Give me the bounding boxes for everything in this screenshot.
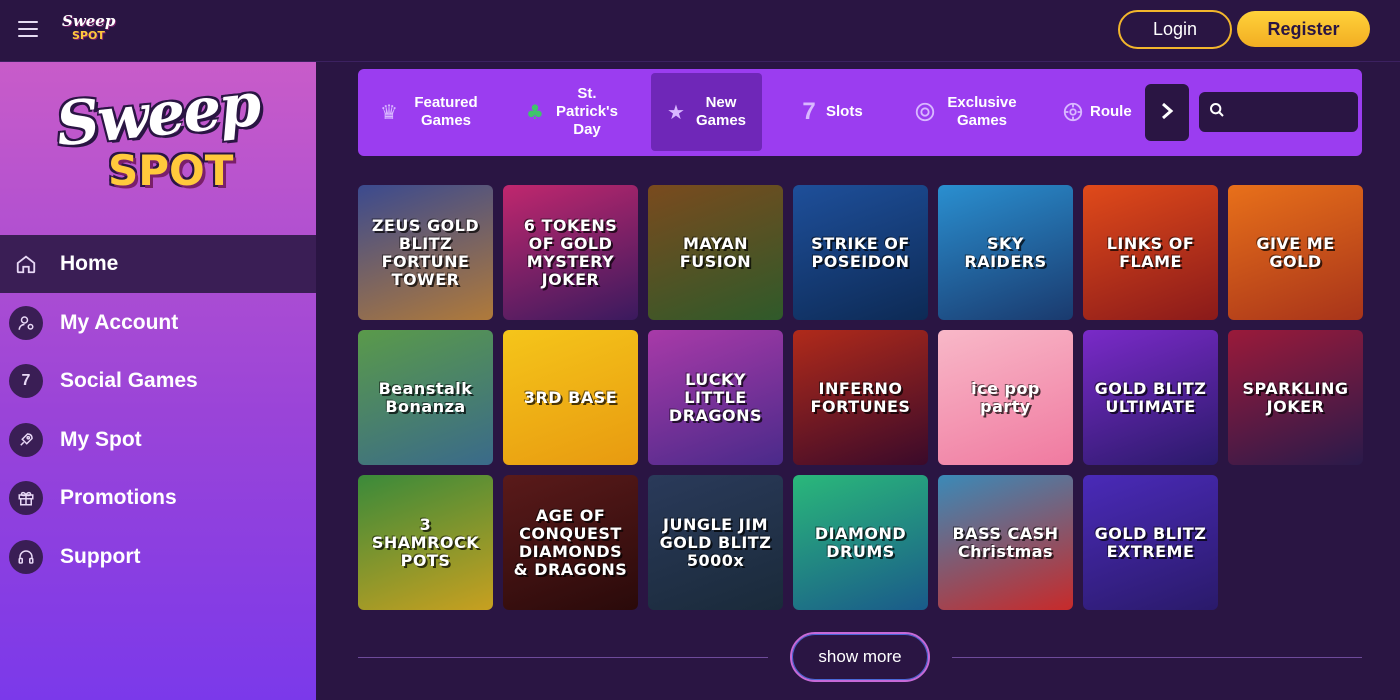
logo-subtext: SPOT	[72, 29, 105, 42]
top-bar: Sweep SPOT Login Register	[0, 0, 1400, 62]
tab-new-games[interactable]: ★ New Games	[651, 73, 762, 151]
login-button[interactable]: Login	[1118, 10, 1232, 49]
chevron-right-icon	[1159, 101, 1175, 125]
star-icon: ★	[667, 100, 685, 124]
sidebar-item-promotions[interactable]: Promotions	[0, 469, 316, 527]
game-title: 3RD BASE	[523, 387, 618, 407]
game-tile[interactable]: 3RD BASE	[503, 330, 638, 465]
game-tile[interactable]: GOLD BLITZ ULTIMATE	[1083, 330, 1218, 465]
game-tile[interactable]: LINKS OF FLAME	[1083, 185, 1218, 320]
game-title: ice pop party	[971, 378, 1040, 416]
game-tile[interactable]: MAYAN FUSION	[648, 185, 783, 320]
game-tile[interactable]: INFERNO FORTUNES	[793, 330, 928, 465]
menu-icon[interactable]	[18, 21, 38, 37]
tab-label: Exclusive Games	[947, 94, 1017, 129]
tab-label: St. Patrick's Day	[556, 85, 618, 138]
game-title: LUCKY LITTLE DRAGONS	[668, 369, 763, 425]
game-title: GOLD BLITZ EXTREME	[1094, 523, 1207, 561]
game-tile[interactable]: BASS CASH Christmas	[938, 475, 1073, 610]
game-title: BASS CASH Christmas	[952, 523, 1059, 561]
logo-text: Sweep	[62, 12, 116, 30]
sidebar-item-my-account[interactable]: My Account	[0, 294, 316, 352]
game-tile[interactable]: Beanstalk Bonanza	[358, 330, 493, 465]
tab-label: Roule	[1090, 103, 1132, 120]
game-tile[interactable]: JUNGLE JIM GOLD BLITZ 5000x	[648, 475, 783, 610]
tab-slots[interactable]: 7 Slots	[798, 73, 878, 151]
gift-icon	[9, 481, 43, 515]
home-icon	[9, 247, 43, 281]
headset-icon	[9, 540, 43, 574]
tab-label: Featured Games	[414, 94, 478, 129]
game-tile[interactable]: 3 SHAMROCK POTS	[358, 475, 493, 610]
seven-icon: 7	[9, 364, 43, 398]
game-title: STRIKE OF POSEIDON	[811, 233, 910, 271]
tab-st-patricks-day[interactable]: ♣ St. Patrick's Day	[524, 73, 624, 151]
game-title: LINKS OF FLAME	[1106, 233, 1195, 271]
sidebar-item-social-games[interactable]: 7 Social Games	[0, 352, 316, 410]
game-title: 3 SHAMROCK POTS	[371, 514, 480, 570]
tab-label: Slots	[826, 103, 863, 120]
chip-icon	[914, 101, 936, 123]
game-title: INFERNO FORTUNES	[810, 378, 911, 416]
game-tile[interactable]: GOLD BLITZ EXTREME	[1083, 475, 1218, 610]
game-tile[interactable]: STRIKE OF POSEIDON	[793, 185, 928, 320]
sidebar-item-label: Home	[60, 252, 119, 275]
sidebar-item-support[interactable]: Support	[0, 528, 316, 586]
game-tile[interactable]: 6 TOKENS OF GOLD MYSTERY JOKER	[503, 185, 638, 320]
game-title: DIAMOND DRUMS	[814, 523, 907, 561]
game-title: 6 TOKENS OF GOLD MYSTERY JOKER	[523, 215, 618, 289]
show-more-button[interactable]: show more	[790, 632, 930, 682]
tab-featured-games[interactable]: ♛ Featured Games	[378, 73, 500, 151]
game-tile[interactable]: DIAMOND DRUMS	[793, 475, 928, 610]
game-title: Beanstalk Bonanza	[378, 378, 473, 416]
game-tile[interactable]: ZEUS GOLD BLITZ FORTUNE TOWER	[358, 185, 493, 320]
roulette-icon	[1062, 101, 1084, 123]
search-input[interactable]	[1231, 104, 1351, 120]
sidebar-item-label: My Account	[60, 311, 179, 334]
search-box[interactable]	[1199, 92, 1358, 132]
divider	[952, 657, 1362, 658]
sidebar-item-label: Social Games	[60, 369, 198, 392]
game-title: GOLD BLITZ ULTIMATE	[1094, 378, 1207, 416]
logo[interactable]: Sweep SPOT	[62, 12, 115, 48]
seven-icon: 7	[802, 98, 816, 125]
sidebar-logo[interactable]: Sweep SPOT	[53, 70, 262, 212]
game-title: MAYAN FUSION	[679, 233, 752, 271]
clover-icon: ♣	[526, 100, 544, 124]
sidebar-item-label: My Spot	[60, 428, 142, 451]
sidebar-item-home[interactable]: Home	[0, 235, 316, 293]
game-title: SKY RAIDERS	[964, 233, 1047, 271]
game-title: GIVE ME GOLD	[1256, 233, 1335, 271]
game-title: SPARKLING JOKER	[1242, 378, 1349, 416]
user-settings-icon	[9, 306, 43, 340]
game-tile[interactable]: AGE OF CONQUEST DIAMONDS & DRAGONS	[503, 475, 638, 610]
game-tile[interactable]: LUCKY LITTLE DRAGONS	[648, 330, 783, 465]
game-tile[interactable]: GIVE ME GOLD	[1228, 185, 1363, 320]
sidebar-item-label: Promotions	[60, 486, 177, 509]
search-icon	[1209, 102, 1225, 122]
sidebar-item-label: Support	[60, 545, 141, 568]
tab-roulette[interactable]: Roule	[1062, 73, 1142, 151]
crown-icon: ♛	[380, 100, 398, 124]
game-tile[interactable]: ice pop party	[938, 330, 1073, 465]
register-button[interactable]: Register	[1237, 11, 1370, 47]
sidebar-logo-subtext: SPOT	[108, 146, 234, 195]
game-tile[interactable]: SPARKLING JOKER	[1228, 330, 1363, 465]
game-title: AGE OF CONQUEST DIAMONDS & DRAGONS	[513, 505, 628, 579]
tab-exclusive-games[interactable]: Exclusive Games	[914, 73, 1044, 151]
sidebar-item-my-spot[interactable]: My Spot	[0, 411, 316, 469]
rocket-icon	[9, 423, 43, 457]
divider	[358, 657, 768, 658]
tab-label: New Games	[695, 94, 747, 129]
game-tile[interactable]: SKY RAIDERS	[938, 185, 1073, 320]
category-next-button[interactable]	[1145, 84, 1189, 141]
game-title: JUNGLE JIM GOLD BLITZ 5000x	[659, 514, 772, 570]
game-title: ZEUS GOLD BLITZ FORTUNE TOWER	[371, 215, 480, 289]
